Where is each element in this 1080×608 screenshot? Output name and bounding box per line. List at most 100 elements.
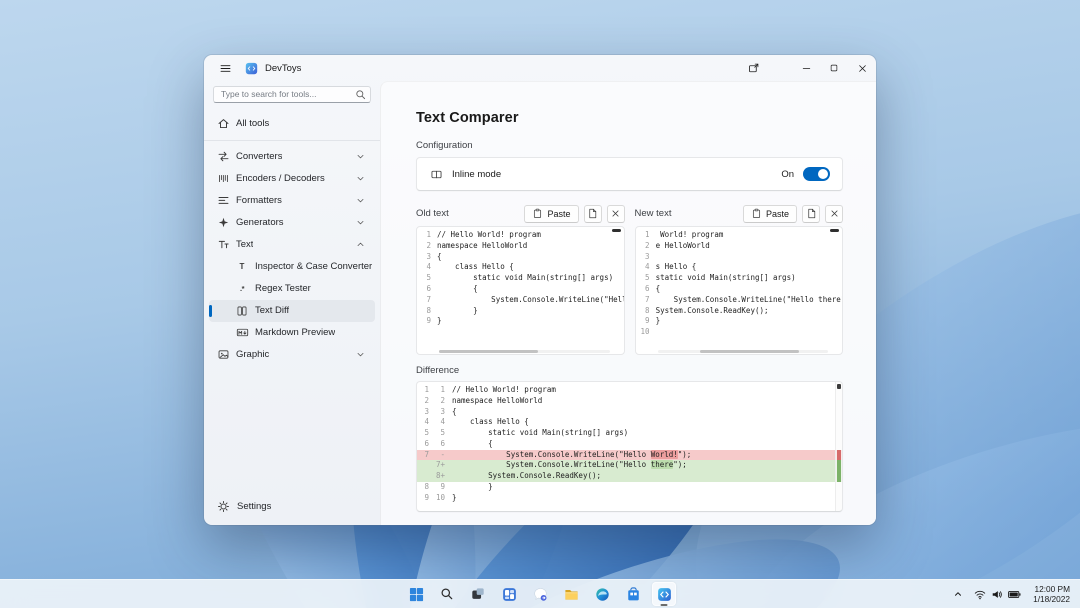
old-clear-button[interactable] (607, 205, 625, 223)
taskbar-chat-icon[interactable] (528, 582, 552, 606)
chevron-up-icon (353, 238, 367, 252)
line-number: 2 (636, 241, 656, 252)
wifi-icon[interactable] (973, 587, 987, 601)
sidebar-group-label: Formatters (236, 195, 282, 206)
old-paste-button[interactable]: Paste (524, 205, 578, 223)
old-line-number: 2 (417, 396, 433, 407)
search-icon (353, 87, 367, 101)
diff-view[interactable]: 11// Hello World! program22namespace Hel… (416, 381, 843, 512)
old-line-number: 1 (417, 385, 433, 396)
inline-mode-toggle[interactable] (803, 167, 830, 181)
line-number: 1 (636, 230, 656, 241)
file-icon (806, 208, 817, 219)
taskbar-store-icon[interactable] (621, 582, 645, 606)
sidebar-item-inspector-case-converter[interactable]: TInspector & Case Converter (209, 256, 375, 278)
code-line: 9} (417, 316, 624, 327)
search-input[interactable] (213, 86, 371, 103)
new-editor-scrollbar-thumb[interactable] (830, 229, 839, 232)
main-content: Text Comparer Configuration Inline mode … (380, 81, 876, 525)
new-text-editor[interactable]: 1// Hello World! program2namespace Hello… (635, 226, 844, 355)
diff-scrollbar-thumb[interactable] (837, 384, 841, 389)
compact-overlay-button[interactable] (740, 55, 768, 81)
diff-row-same: 11// Hello World! program (417, 385, 842, 396)
taskbar-widgets-icon[interactable] (497, 582, 521, 606)
taskbar-task-view-icon[interactable] (466, 582, 490, 606)
sidebar-item-all-tools[interactable]: All tools (209, 113, 375, 135)
old-load-file-button[interactable] (584, 205, 602, 223)
minimize-icon (799, 61, 813, 75)
regex-icon: .* (235, 282, 249, 296)
inspector-icon: T (235, 260, 249, 274)
sidebar-group-text[interactable]: Text (209, 234, 375, 256)
sidebar-group-converters[interactable]: Converters (209, 146, 375, 168)
sidebar-item-markdown-preview[interactable]: Markdown Preview (209, 322, 375, 344)
hamburger-menu-button[interactable] (213, 57, 237, 79)
sidebar-nav: All tools Converters Encoders / Decoders F… (204, 113, 380, 493)
sidebar-group-graphic[interactable]: Graphic (209, 344, 375, 366)
diff-row-same: 55 static void Main(string[] args) (417, 428, 842, 439)
line-number: 7 (417, 295, 437, 306)
battery-icon[interactable] (1007, 587, 1021, 601)
sidebar-item-text-diff[interactable]: Text Diff (209, 300, 375, 322)
new-load-file-button[interactable] (802, 205, 820, 223)
diff-row-same: 22namespace HelloWorld (417, 396, 842, 407)
sidebar-group-label: Encoders / Decoders (236, 173, 325, 184)
new-text-label: New text (635, 208, 672, 219)
sidebar-group-label: Generators (236, 217, 284, 228)
line-number: 1 (417, 230, 437, 241)
line-number: 3 (417, 252, 437, 263)
line-number: 9 (636, 316, 656, 327)
chevron-down-icon (353, 172, 367, 186)
close-icon (855, 61, 869, 75)
devtoys-window: DevToys All tools Converters Encoders / D… (204, 55, 876, 525)
clear-icon (829, 208, 840, 219)
taskbar-devtoys-icon[interactable] (652, 582, 676, 606)
old-text-editor[interactable]: 1// Hello World! program2namespace Hello… (416, 226, 625, 355)
window-title: DevToys (265, 63, 301, 74)
new-line-number: 8+ (433, 471, 449, 482)
old-line-number: 7 (417, 450, 433, 461)
sidebar-divider (204, 140, 380, 141)
close-button[interactable] (848, 55, 876, 81)
taskbar-start-icon[interactable] (404, 582, 428, 606)
graphic-icon (216, 348, 230, 362)
sidebar-group-formatters[interactable]: Formatters (209, 190, 375, 212)
toggle-state-label: On (781, 169, 794, 180)
diff-overview-ruler[interactable] (835, 382, 842, 511)
line-number: 9 (417, 316, 437, 327)
line-number: 10 (636, 327, 656, 338)
code-line: 8 } (417, 306, 624, 317)
code-line: 9 } (636, 316, 843, 327)
sidebar-group-label: Text (236, 239, 253, 250)
new-clear-button[interactable] (825, 205, 843, 223)
taskbar-search-icon[interactable] (435, 582, 459, 606)
sidebar-item-regex-tester[interactable]: .*Regex Tester (209, 278, 375, 300)
maximize-button[interactable] (820, 55, 848, 81)
active-app-indicator (661, 604, 668, 606)
old-editor-hscrollbar[interactable] (439, 350, 610, 353)
diff-row-removed: 7- System.Console.WriteLine("Hello World… (417, 450, 842, 461)
home-icon (216, 117, 230, 131)
taskbar-clock[interactable]: 12:00 PM 1/18/2022 (1033, 584, 1070, 605)
taskbar-file-explorer-icon[interactable] (559, 582, 583, 606)
old-editor-scrollbar-thumb[interactable] (612, 229, 621, 232)
code-line: 10} (636, 327, 843, 338)
code-line: 6 { (636, 284, 843, 295)
diff-row-same: 66 { (417, 439, 842, 450)
sidebar-group-generators[interactable]: Generators (209, 212, 375, 234)
window-titlebar[interactable]: DevToys (204, 55, 876, 81)
new-line-number: 2 (433, 396, 449, 407)
sidebar-item-settings[interactable]: Settings (204, 492, 380, 520)
new-text-panel: New text Paste 1// Hello World! program2… (635, 204, 844, 355)
line-number: 7 (636, 295, 656, 306)
code-line: 3{ (636, 252, 843, 263)
new-line-number: 9 (433, 482, 449, 493)
new-paste-button[interactable]: Paste (743, 205, 797, 223)
taskbar-edge-icon[interactable] (590, 582, 614, 606)
sidebar-group-encoders-decoders[interactable]: Encoders / Decoders (209, 168, 375, 190)
volume-icon[interactable] (990, 587, 1004, 601)
minimize-button[interactable] (792, 55, 820, 81)
tray-chevron-up-icon[interactable] (951, 587, 965, 601)
new-editor-hscrollbar[interactable] (658, 350, 829, 353)
configuration-label: Configuration (416, 140, 843, 151)
